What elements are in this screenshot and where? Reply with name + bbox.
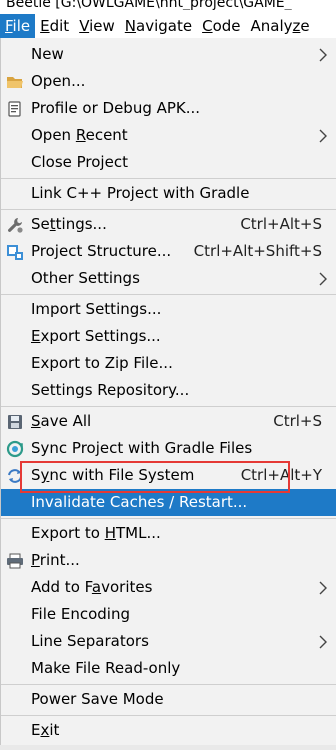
menu-separator (1, 178, 336, 179)
shortcut-label: Ctrl+Alt+Y (240, 466, 322, 484)
menu-item-label: Exit (31, 721, 60, 739)
menu-item-label: Print... (31, 551, 80, 569)
menu-item-project-structure[interactable]: Project Structure... Ctrl+Alt+Shift+S (1, 238, 336, 265)
wrench-icon (5, 215, 25, 235)
menu-item-save-all[interactable]: Save All Ctrl+S (1, 408, 336, 435)
sync-icon (5, 466, 25, 486)
menu-code[interactable]: Code (197, 14, 245, 38)
menu-item-label: Invalidate Caches / Restart... (31, 493, 248, 511)
shortcut-label: Ctrl+S (273, 412, 322, 430)
menu-item-open[interactable]: Open... (1, 68, 336, 95)
menu-item-label: Line Separators (31, 632, 149, 650)
menu-item-export-zip[interactable]: Export to Zip File... (1, 350, 336, 377)
menu-item-export-settings[interactable]: Export Settings... (1, 323, 336, 350)
menu-item-label: Sync with File System (31, 466, 195, 484)
menu-item-exit[interactable]: Exit (1, 717, 336, 744)
menu-separator (1, 715, 336, 716)
file-menu-dropdown: New Open... Profile or Debug APK... Open… (0, 38, 336, 750)
menu-item-other-settings[interactable]: Other Settings (1, 265, 336, 292)
menu-item-label: Project Structure... (31, 242, 172, 260)
menu-item-label: Settings... (31, 215, 107, 233)
submenu-arrow-icon (319, 48, 327, 62)
menu-item-label: Sync Project with Gradle Files (31, 439, 253, 457)
submenu-arrow-icon (319, 129, 327, 143)
menu-item-label: Power Save Mode (31, 690, 164, 708)
menu-navigate[interactable]: Navigate (120, 14, 197, 38)
gradle-sync-icon (5, 439, 25, 459)
menu-item-link-cpp[interactable]: Link C++ Project with Gradle (1, 180, 336, 207)
menu-item-power-save-mode[interactable]: Power Save Mode (1, 686, 336, 713)
menu-item-import-settings[interactable]: Import Settings... (1, 296, 336, 323)
menu-analyze[interactable]: Analyze (246, 14, 315, 38)
menu-item-settings[interactable]: Settings... Ctrl+Alt+S (1, 211, 336, 238)
menu-item-add-to-favorites[interactable]: Add to Favorites (1, 574, 336, 601)
menu-item-label: Import Settings... (31, 300, 162, 318)
menu-item-sync-gradle[interactable]: Sync Project with Gradle Files (1, 435, 336, 462)
menu-item-label: Export to HTML... (31, 524, 161, 542)
menu-item-sync-file-system[interactable]: Sync with File System Ctrl+Alt+Y (1, 462, 336, 489)
folder-open-icon (5, 72, 25, 92)
menu-item-open-recent[interactable]: Open Recent (1, 122, 336, 149)
menu-item-file-encoding[interactable]: File Encoding (1, 601, 336, 628)
menu-item-label: Export to Zip File... (31, 354, 173, 372)
menu-item-settings-repository[interactable]: Settings Repository... (1, 377, 336, 404)
printer-icon (5, 551, 25, 571)
menu-item-label: Settings Repository... (31, 381, 190, 399)
profile-apk-icon (5, 99, 25, 119)
menu-separator (1, 684, 336, 685)
menu-item-profile-debug-apk[interactable]: Profile or Debug APK... (1, 95, 336, 122)
menu-separator (1, 209, 336, 210)
shortcut-label: Ctrl+Alt+Shift+S (193, 242, 322, 260)
menu-file[interactable]: File (0, 14, 36, 38)
menu-item-label: Close Project (31, 153, 128, 171)
window-title: Beetle [G:\OWLGAME\hnt_project\GAME_ (6, 0, 292, 10)
shortcut-label: Ctrl+Alt+S (240, 215, 322, 233)
menu-item-close-project[interactable]: Close Project (1, 149, 336, 176)
menu-item-label: File Encoding (31, 605, 130, 623)
menu-edit[interactable]: Edit (35, 14, 74, 38)
menu-item-print[interactable]: Print... (1, 547, 336, 574)
menu-item-label: New (31, 45, 64, 63)
menu-item-export-html[interactable]: Export to HTML... (1, 520, 336, 547)
menu-item-label: Save All (31, 412, 92, 430)
submenu-arrow-icon (319, 272, 327, 286)
menu-bar: File Edit View Navigate Code Analyze (0, 14, 336, 38)
menu-item-label: Export Settings... (31, 327, 161, 345)
window-bottom-edge (0, 745, 336, 750)
menu-item-invalidate-caches[interactable]: Invalidate Caches / Restart... (1, 489, 336, 516)
menu-separator (1, 518, 336, 519)
menu-view[interactable]: View (74, 14, 120, 38)
menu-item-label: Link C++ Project with Gradle (31, 184, 250, 202)
menu-separator (1, 406, 336, 407)
menu-item-label: Open Recent (31, 126, 128, 144)
menu-item-label: Open... (31, 72, 86, 90)
submenu-arrow-icon (319, 581, 327, 595)
menu-item-label: Profile or Debug APK... (31, 99, 201, 117)
menu-item-label: Make File Read-only (31, 659, 181, 677)
menu-separator (1, 294, 336, 295)
menu-item-label: Add to Favorites (31, 578, 153, 596)
project-structure-icon (5, 242, 25, 262)
submenu-arrow-icon (319, 635, 327, 649)
menu-item-make-read-only[interactable]: Make File Read-only (1, 655, 336, 682)
menu-item-line-separators[interactable]: Line Separators (1, 628, 336, 655)
menu-item-label: Other Settings (31, 269, 140, 287)
menu-item-new[interactable]: New (1, 41, 336, 68)
save-icon (5, 412, 25, 432)
